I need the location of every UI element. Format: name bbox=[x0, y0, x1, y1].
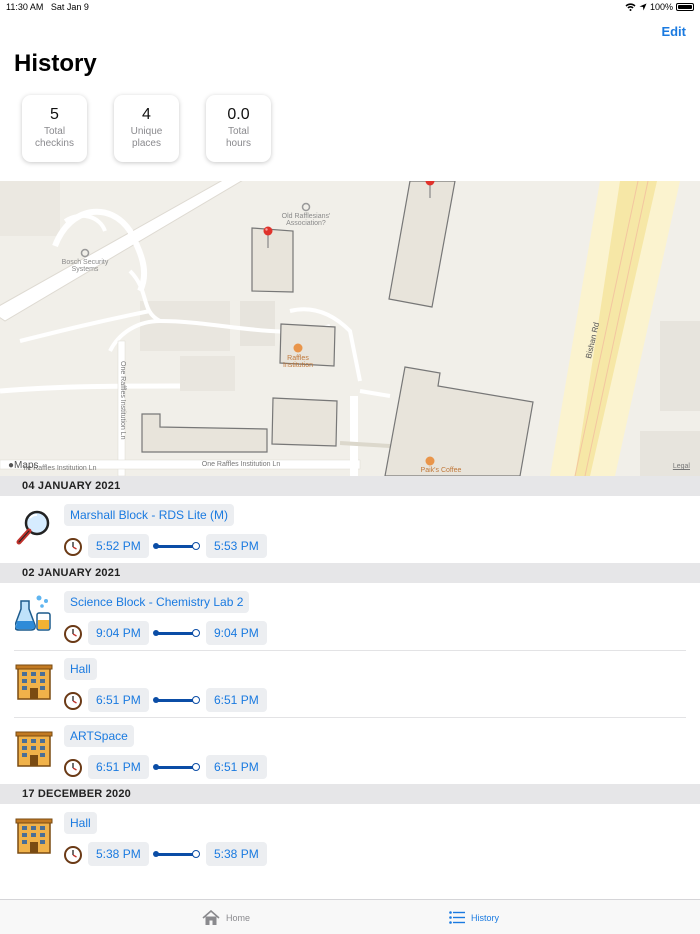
history-list: 04 JANUARY 2021 Marshall Block - RDS Lit… bbox=[0, 476, 700, 871]
start-time-chip[interactable]: 9:04 PM bbox=[88, 621, 149, 645]
list-item[interactable]: ARTSpace 6:51 PM 6:51 PM bbox=[0, 717, 700, 784]
map-label-one-raffles-ln-vertical: One Raffles Institution Ln bbox=[119, 361, 126, 440]
tab-history[interactable]: History bbox=[449, 900, 499, 934]
tab-bar: Home History bbox=[0, 899, 700, 934]
duration-bar bbox=[153, 542, 200, 550]
school-icon bbox=[293, 343, 303, 353]
section-header: 02 JANUARY 2021 bbox=[0, 563, 700, 583]
duration-bar bbox=[153, 763, 200, 771]
wifi-icon bbox=[625, 3, 636, 11]
stat-label: Total hours bbox=[225, 126, 251, 149]
stat-value: 5 bbox=[50, 106, 59, 123]
tab-home[interactable]: Home bbox=[202, 900, 250, 934]
end-time-chip[interactable]: 5:53 PM bbox=[206, 534, 267, 558]
place-chip[interactable]: Science Block - Chemistry Lab 2 bbox=[64, 591, 250, 613]
list-item[interactable]: Hall 6:51 PM 6:51 PM bbox=[0, 650, 700, 717]
tab-label: Home bbox=[226, 912, 251, 923]
list-item[interactable]: Hall 5:38 PM 5:38 PM bbox=[0, 804, 700, 871]
map-canvas[interactable]: Old Rafflesians' Association? Bosch Secu… bbox=[0, 181, 700, 476]
location-arrow-icon bbox=[639, 3, 647, 11]
list-item[interactable]: Science Block - Chemistry Lab 2 9:04 PM … bbox=[0, 583, 700, 650]
start-time-chip[interactable]: 5:38 PM bbox=[88, 842, 149, 866]
end-time-chip[interactable]: 6:51 PM bbox=[206, 755, 267, 779]
magnifier-icon bbox=[15, 508, 53, 546]
section-header: 17 DECEMBER 2020 bbox=[0, 784, 700, 804]
battery-percent: 100% bbox=[649, 2, 673, 12]
building-icon bbox=[15, 731, 53, 767]
stat-value: 0.0 bbox=[227, 106, 250, 123]
map-label-raffles: Raffles bbox=[287, 355, 309, 362]
tab-label: History bbox=[471, 912, 500, 923]
building-icon bbox=[15, 818, 53, 854]
map-view[interactable]: Old Rafflesians' Association? Bosch Secu… bbox=[0, 181, 700, 476]
stat-card-total-checkins: 5 Total checkins bbox=[22, 95, 87, 162]
stat-label: Total checkins bbox=[35, 126, 74, 149]
start-time-chip[interactable]: 6:51 PM bbox=[88, 688, 149, 712]
edit-button[interactable]: Edit bbox=[661, 24, 686, 39]
list-item[interactable]: Marshall Block - RDS Lite (M) 5:52 PM 5:… bbox=[0, 496, 700, 563]
start-time-chip[interactable]: 5:52 PM bbox=[88, 534, 149, 558]
map-label-bosch: Bosch Security bbox=[62, 259, 109, 266]
place-chip[interactable]: Marshall Block - RDS Lite (M) bbox=[64, 504, 235, 526]
stat-value: 4 bbox=[142, 106, 151, 123]
place-chip[interactable]: ARTSpace bbox=[64, 725, 134, 747]
home-icon bbox=[202, 909, 220, 925]
lab-flask-icon bbox=[15, 595, 51, 631]
place-chip[interactable]: Hall bbox=[64, 658, 97, 680]
stat-card-unique-places: 4 Unique places bbox=[114, 95, 179, 162]
duration-bar bbox=[153, 696, 200, 704]
end-time-chip[interactable]: 9:04 PM bbox=[206, 621, 267, 645]
map-legal-link[interactable]: Legal bbox=[673, 463, 690, 470]
status-indicators: 100% bbox=[625, 2, 694, 12]
page-title: History bbox=[14, 50, 97, 77]
map-label-old-rafflesians-2: Association? bbox=[286, 220, 326, 227]
map-label-raffles-2: Institution bbox=[283, 362, 313, 369]
map-label-bosch-2: Systems bbox=[72, 266, 99, 273]
clock-icon bbox=[64, 759, 82, 777]
map-label-one-raffles-ln: One Raffles Institution Ln bbox=[202, 461, 281, 468]
status-time: 11:30 AM Sat Jan 9 bbox=[6, 2, 89, 12]
status-bar: 11:30 AM Sat Jan 9 100% bbox=[0, 0, 700, 16]
end-time-chip[interactable]: 5:38 PM bbox=[206, 842, 267, 866]
list-icon bbox=[449, 911, 465, 924]
clock-icon bbox=[64, 538, 82, 556]
duration-bar bbox=[153, 850, 200, 858]
clock-icon bbox=[64, 692, 82, 710]
map-label-old-rafflesians: Old Rafflesians' bbox=[282, 213, 331, 220]
stat-card-total-hours: 0.0 Total hours bbox=[206, 95, 271, 162]
start-time-chip[interactable]: 6:51 PM bbox=[88, 755, 149, 779]
cafe-icon bbox=[425, 456, 435, 466]
place-chip[interactable]: Hall bbox=[64, 812, 97, 834]
stat-label: Unique places bbox=[130, 126, 163, 149]
battery-icon bbox=[676, 3, 694, 11]
clock-icon bbox=[64, 625, 82, 643]
map-label-paiks-coffee: Paik's Coffee bbox=[421, 467, 462, 474]
stats-row: 5 Total checkins 4 Unique places 0.0 Tot… bbox=[22, 95, 271, 162]
section-header: 04 JANUARY 2021 bbox=[0, 476, 700, 496]
maps-attribution: ●Maps bbox=[8, 460, 39, 471]
building-icon bbox=[15, 664, 53, 700]
clock-icon bbox=[64, 846, 82, 864]
end-time-chip[interactable]: 6:51 PM bbox=[206, 688, 267, 712]
duration-bar bbox=[153, 629, 200, 637]
